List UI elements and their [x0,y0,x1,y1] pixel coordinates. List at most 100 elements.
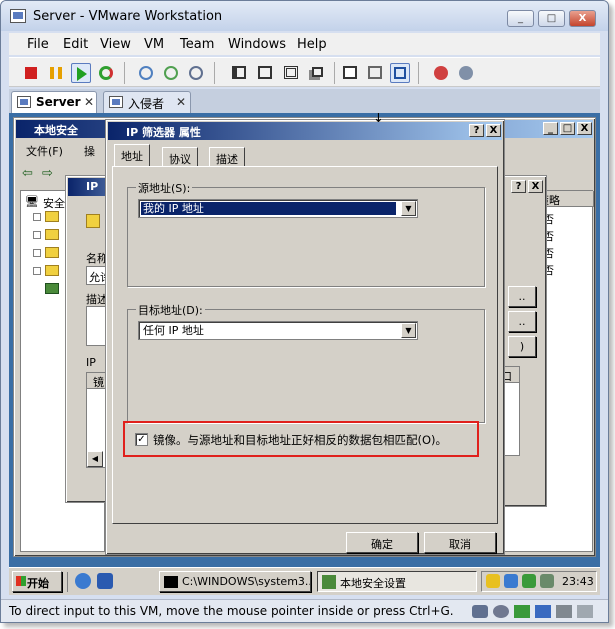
tree-root-label[interactable]: 安全 [43,195,65,211]
bg-menu-file[interactable]: 文件(F) [26,143,63,159]
network-adapter-icon[interactable] [514,605,530,618]
close-tab-icon[interactable]: ✕ [84,95,94,109]
mouse-cursor-icon: ↓ [373,113,384,126]
toolbar-separator [124,62,125,84]
start-button[interactable]: 开始 [12,571,62,592]
tree-expander[interactable] [33,231,41,239]
minimize-button[interactable]: _ [507,10,534,27]
source-address-group: 源地址(S): 我的 IP 地址 ▼ [127,180,485,287]
ip-filter-properties-dialog: IP 筛选器 属性 ? X 地址 协议 描述 源地址(S): 我的 IP 地址 … [105,119,505,555]
source-address-label: 源地址(S): [136,180,193,196]
tree-expander[interactable] [33,249,41,257]
menu-view[interactable]: View [100,37,131,52]
clock-text: 23:43 [562,575,594,588]
vm-screen[interactable]: 本地安全 _ □ X 文件(F) 操 ⇦ ⇨ 🖥 安全 策略 否 否 否 否 ?… [9,113,600,567]
toolbar-separator [214,62,215,84]
dest-address-label: 目标地址(D): [136,302,205,318]
record-icon [434,66,448,80]
fullscreen-button[interactable] [255,63,275,83]
tray-app-icon[interactable] [540,574,554,588]
scroll-left-button[interactable]: ◀ [87,451,103,467]
shield-icon[interactable] [486,574,500,588]
power-off-button[interactable] [21,63,41,83]
quicklaunch-icon[interactable] [97,573,113,589]
tree-expander[interactable] [33,213,41,221]
dialog-help-button[interactable]: ? [469,124,484,137]
chevron-down-icon[interactable]: ▼ [401,323,416,338]
hdd-icon[interactable] [472,605,488,618]
console-view-button[interactable] [390,63,410,83]
back-arrow-icon[interactable]: ⇦ [22,166,33,181]
security-policy-icon [322,575,336,589]
sidebar-icon [232,66,246,79]
menu-edit[interactable]: Edit [63,37,88,52]
menu-team[interactable]: Team [180,37,214,52]
bg-menu-action[interactable]: 操 [84,143,95,159]
record-button[interactable] [431,63,451,83]
list-help-button[interactable]: ? [511,180,526,193]
message-icon[interactable] [577,605,593,618]
vmware-app-icon [10,9,26,23]
chevron-down-icon[interactable]: ▼ [401,201,416,216]
dest-address-select[interactable]: 任何 IP 地址 ▼ [138,321,418,340]
forward-arrow-icon[interactable]: ⇨ [42,166,53,181]
menu-windows[interactable]: Windows [228,37,286,52]
toolbar-separator [418,62,419,84]
tab-address[interactable]: 地址 [114,144,150,166]
mirror-label[interactable]: 镜像。与源地址和目标地址正好相反的数据包相匹配(O)。 [153,432,447,448]
list-add-button[interactable]: .. [508,286,536,307]
unity-button[interactable] [307,63,327,83]
bg-close-button[interactable]: X [577,122,592,135]
mirror-checkbox[interactable]: ✓ [135,433,148,446]
bg-maximize-button[interactable]: □ [560,122,575,135]
taskbar-item-cmd[interactable]: C:\WINDOWS\system3... [159,571,311,592]
quick-switch-icon [284,66,298,79]
list-close-button[interactable]: X [528,180,543,193]
console-icon [394,67,406,79]
ie-icon[interactable] [75,573,91,589]
ok-button[interactable]: 确定 [346,532,418,553]
tab-server[interactable]: Server ✕ [11,91,97,113]
unity-icon [312,67,323,77]
reset-button[interactable] [96,63,116,83]
quick-switch-button[interactable] [281,63,301,83]
dialog-close-button[interactable]: X [486,124,501,137]
tab-protocol[interactable]: 协议 [162,147,198,167]
cdrom-icon[interactable] [493,605,509,618]
close-tab-icon[interactable]: ✕ [176,95,186,109]
summary-view-button[interactable] [340,63,360,83]
vmware-window: Server - VMware Workstation _ □ X File E… [0,0,609,623]
tree-expander[interactable] [33,267,41,275]
play-icon [77,67,87,81]
snapshot-button[interactable] [136,63,156,83]
taskbar-item-security[interactable]: 本地安全设置 [317,571,477,592]
tab-description[interactable]: 描述 [209,147,245,167]
menu-file[interactable]: File [27,37,49,52]
cancel-button[interactable]: 取消 [424,532,496,553]
tray-app-icon[interactable] [522,574,536,588]
snapshot-manager-button[interactable] [186,63,206,83]
status-text: To direct input to this VM, move the mou… [9,604,454,618]
power-on-button[interactable] [71,63,91,83]
maximize-button[interactable]: □ [538,10,565,27]
menu-vm[interactable]: VM [144,37,164,52]
list-remove-button[interactable]: ) [508,336,536,357]
sidebar-view-button[interactable] [229,63,249,83]
list-edit-button[interactable]: .. [508,311,536,332]
replay-button[interactable] [456,63,476,83]
appliance-icon [368,66,382,79]
summary-icon [343,66,357,79]
network-icon[interactable] [504,574,518,588]
tab-intruder[interactable]: 入侵者 ✕ [103,91,191,113]
revert-snapshot-button[interactable] [161,63,181,83]
suspend-button[interactable] [46,63,66,83]
folder-icon [45,247,59,258]
close-button[interactable]: X [569,10,596,27]
usb-icon[interactable] [535,605,551,618]
source-address-select[interactable]: 我的 IP 地址 ▼ [138,199,418,218]
menu-help[interactable]: Help [297,37,327,52]
bg-minimize-button[interactable]: _ [543,122,558,135]
sound-icon[interactable] [556,605,572,618]
replay-icon [459,66,473,80]
appliance-view-button[interactable] [365,63,385,83]
